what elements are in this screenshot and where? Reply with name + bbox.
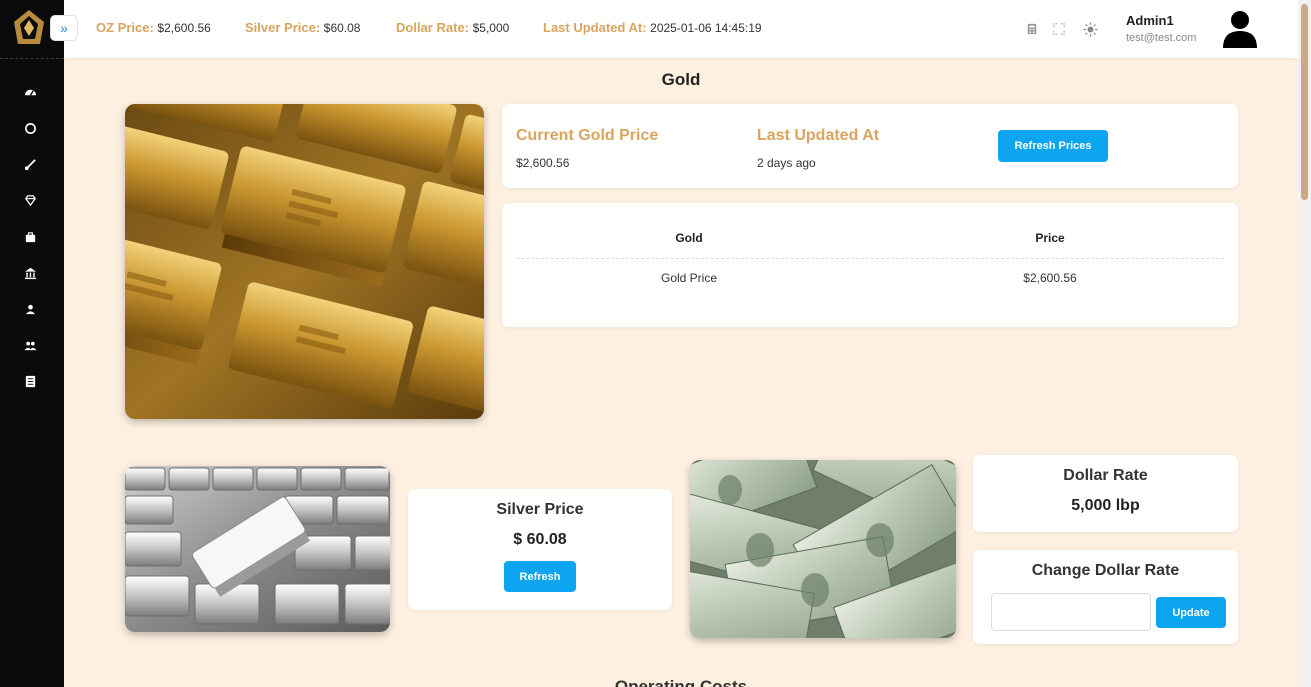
logo-icon[interactable] [10, 8, 48, 48]
sun-icon[interactable] [1082, 21, 1098, 37]
table-divider [516, 258, 1224, 259]
update-dollar-rate-button[interactable]: Update [1156, 597, 1226, 628]
sidebar-divider [0, 58, 64, 59]
last-updated-label: Last Updated At [757, 127, 880, 144]
diamond-icon[interactable] [20, 190, 40, 210]
ticker-value: 2025-01-06 14:45:19 [650, 21, 762, 35]
ticker-value: $5,000 [472, 21, 510, 35]
last-updated-value: 2 days ago [757, 156, 816, 170]
refresh-prices-button[interactable]: Refresh Prices [998, 130, 1108, 162]
change-dollar-rate-title: Change Dollar Rate [1031, 562, 1180, 579]
dashboard-icon[interactable] [20, 82, 40, 102]
silver-price-ticker: Silver Price: $60.08 [245, 20, 360, 35]
silver-price-title: Silver Price [496, 501, 584, 518]
table-header-price: Price [1035, 231, 1065, 245]
operating-costs-title: Operating Costs [614, 677, 748, 687]
user-email: test@test.com [1126, 32, 1197, 44]
bank-icon[interactable] [20, 263, 40, 283]
expand-sidebar-button[interactable]: » [50, 15, 78, 41]
ticker-value: $2,600.56 [157, 21, 211, 35]
silver-bars-image [125, 466, 390, 632]
gold-bars-image [125, 104, 484, 419]
calculator-icon[interactable] [1024, 21, 1040, 37]
silver-price-value: $ 60.08 [513, 531, 567, 548]
gold-price-card: Current Gold Price $2,600.56 Last Update… [502, 104, 1238, 188]
user-name: Admin1 [1126, 13, 1174, 28]
refresh-silver-button[interactable]: Refresh [504, 561, 576, 592]
ticker-value: $60.08 [323, 21, 361, 35]
dollar-rate-input[interactable] [991, 593, 1151, 631]
top-header: » OZ Price: $2,600.56 Silver Price: $60.… [50, 0, 1298, 58]
last-updated-ticker: Last Updated At: 2025-01-06 14:45:19 [543, 20, 762, 35]
circle-icon[interactable] [20, 118, 40, 138]
briefcase-icon[interactable] [20, 227, 40, 247]
page-title: Gold [661, 70, 701, 89]
oz-price-ticker: OZ Price: $2,600.56 [96, 20, 211, 35]
scrollbar-thumb[interactable] [1301, 4, 1308, 200]
ticker-label: Last Updated At: [543, 20, 647, 35]
dollar-bills-image [690, 460, 956, 638]
users-icon[interactable] [20, 335, 40, 355]
scrollbar[interactable] [1298, 0, 1311, 687]
dollar-rate-card: Dollar Rate 5,000 lbp [973, 455, 1238, 532]
sidebar [0, 0, 64, 687]
document-icon[interactable] [20, 371, 40, 391]
brush-icon[interactable] [20, 154, 40, 174]
table-cell-price: $2,600.56 [1023, 271, 1077, 285]
table-header-gold: Gold [675, 231, 703, 245]
current-gold-price-value: $2,600.56 [516, 156, 570, 170]
ticker-label: OZ Price: [96, 20, 154, 35]
change-dollar-rate-card: Change Dollar Rate Update [973, 550, 1238, 644]
ticker-label: Silver Price: [245, 20, 321, 35]
current-gold-price-label: Current Gold Price [516, 127, 659, 144]
silver-price-card: Silver Price $ 60.08 Refresh [408, 489, 672, 610]
dollar-rate-ticker: Dollar Rate: $5,000 [396, 20, 509, 35]
dollar-rate-value: 5,000 lbp [1071, 497, 1140, 514]
fullscreen-icon[interactable] [1051, 21, 1067, 37]
avatar-icon[interactable] [1220, 8, 1260, 50]
table-cell-name: Gold Price [660, 271, 718, 285]
ticker-label: Dollar Rate: [396, 20, 469, 35]
user-icon[interactable] [20, 299, 40, 319]
dollar-rate-title: Dollar Rate [1063, 467, 1148, 484]
gold-table-card: Gold Price Gold Price $2,600.56 [502, 203, 1238, 327]
